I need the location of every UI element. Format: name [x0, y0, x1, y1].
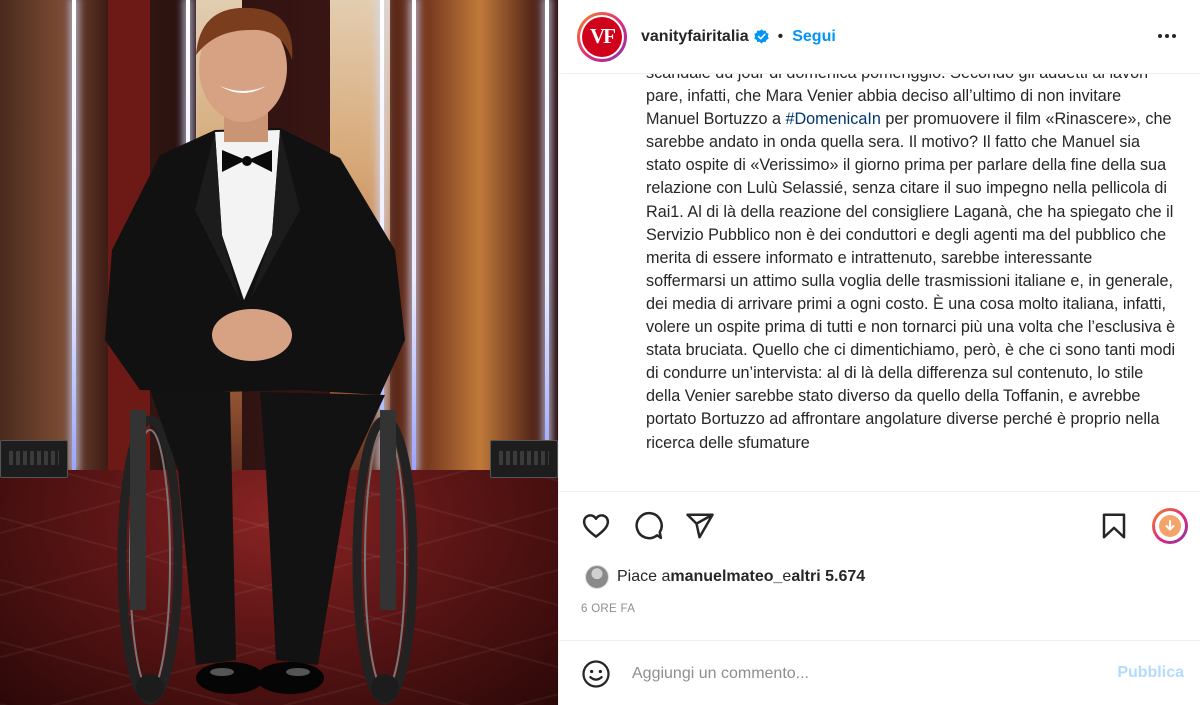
liker-username[interactable]: manuelmateo_ [670, 568, 782, 586]
account-username[interactable]: vanityfairitalia [641, 28, 749, 46]
post-photo[interactable] [0, 0, 558, 705]
emoji-icon[interactable] [581, 659, 611, 689]
more-options-icon[interactable] [1153, 24, 1181, 48]
follow-button[interactable]: Segui [792, 28, 836, 46]
avatar-logo-text: VF [590, 24, 616, 48]
post-caption: scandale du jour di domenica pomeriggio.… [646, 74, 1176, 455]
likes-summary: Piace a manuelmateo_ e altri 5.674 [585, 564, 865, 590]
publish-button[interactable]: Pubblica [1117, 664, 1184, 682]
comment-bar: Pubblica [559, 640, 1200, 705]
account-avatar[interactable]: VF [577, 11, 627, 62]
likes-count[interactable]: altri 5.674 [791, 568, 865, 586]
comment-input[interactable] [632, 661, 1092, 687]
caption-text: per promuovere il film «Rinascere», che … [646, 110, 1176, 452]
post-timestamp[interactable]: 6 ORE FA [581, 603, 635, 615]
verified-badge-icon [753, 29, 769, 44]
hashtag-link[interactable]: #DomenicaIn [785, 110, 880, 128]
heart-icon[interactable] [581, 511, 611, 541]
comment-icon[interactable] [634, 511, 664, 541]
download-arrow-icon [1165, 520, 1175, 531]
caption-scroll-area[interactable]: scandale du jour di domenica pomeriggio.… [559, 74, 1200, 492]
download-icon[interactable] [1152, 508, 1188, 544]
header-separator: • [777, 27, 784, 45]
man-in-wheelchair-illustration [105, 7, 418, 705]
likes-conjunction: e [782, 568, 792, 585]
post-side-panel: VF vanityfairitalia • Segui scandale du … [558, 0, 1200, 705]
bookmark-icon[interactable] [1099, 511, 1129, 541]
post-header: VF vanityfairitalia • Segui [559, 0, 1200, 74]
liker-avatar[interactable] [585, 565, 609, 589]
action-bar [559, 492, 1200, 556]
share-icon[interactable] [685, 511, 715, 541]
likes-prefix: Piace a [617, 568, 671, 585]
